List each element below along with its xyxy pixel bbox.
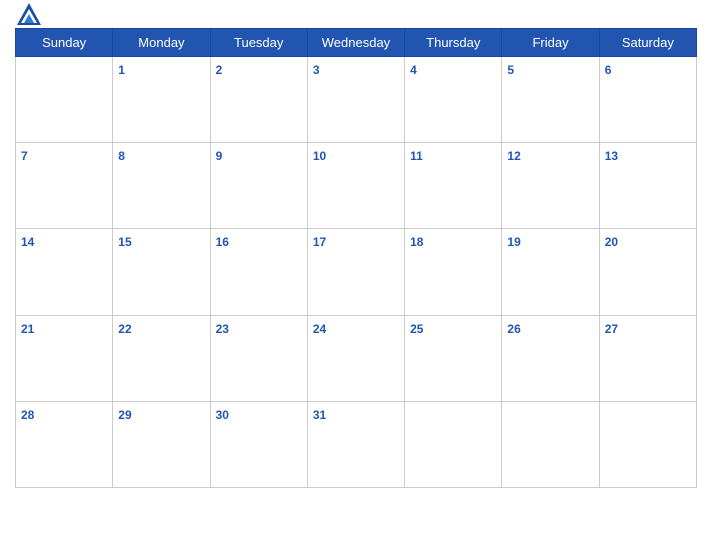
day-number-21: 21 — [21, 322, 34, 336]
day-cell-18: 18 — [405, 229, 502, 315]
day-number-19: 19 — [507, 235, 520, 249]
logo-icon — [15, 1, 43, 29]
day-cell-19: 19 — [502, 229, 599, 315]
day-number-28: 28 — [21, 408, 34, 422]
day-cell-17: 17 — [307, 229, 404, 315]
day-number-25: 25 — [410, 322, 423, 336]
day-cell-5: 5 — [502, 57, 599, 143]
day-number-4: 4 — [410, 63, 417, 77]
day-number-27: 27 — [605, 322, 618, 336]
day-cell-8: 8 — [113, 143, 210, 229]
calendar-header — [15, 10, 697, 20]
day-cell-30: 30 — [210, 401, 307, 487]
day-number-15: 15 — [118, 235, 131, 249]
day-number-1: 1 — [118, 63, 125, 77]
day-cell-4: 4 — [405, 57, 502, 143]
day-cell-13: 13 — [599, 143, 696, 229]
week-row-4: 28 29 30 31 — [16, 401, 697, 487]
day-cell-27: 27 — [599, 315, 696, 401]
day-cell-empty-0-0 — [16, 57, 113, 143]
days-header-row: SundayMondayTuesdayWednesdayThursdayFrid… — [16, 29, 697, 57]
day-cell-1: 1 — [113, 57, 210, 143]
day-number-9: 9 — [216, 149, 223, 163]
day-number-8: 8 — [118, 149, 125, 163]
day-number-20: 20 — [605, 235, 618, 249]
day-number-18: 18 — [410, 235, 423, 249]
week-row-0: 1 2 3 4 5 6 — [16, 57, 697, 143]
week-row-3: 21 22 23 24 25 26 27 — [16, 315, 697, 401]
day-number-2: 2 — [216, 63, 223, 77]
day-cell-24: 24 — [307, 315, 404, 401]
day-number-29: 29 — [118, 408, 131, 422]
week-row-2: 14 15 16 17 18 19 20 — [16, 229, 697, 315]
day-cell-29: 29 — [113, 401, 210, 487]
day-cell-31: 31 — [307, 401, 404, 487]
day-number-16: 16 — [216, 235, 229, 249]
day-cell-16: 16 — [210, 229, 307, 315]
day-header-friday: Friday — [502, 29, 599, 57]
day-cell-14: 14 — [16, 229, 113, 315]
day-cell-15: 15 — [113, 229, 210, 315]
day-header-saturday: Saturday — [599, 29, 696, 57]
day-cell-3: 3 — [307, 57, 404, 143]
day-number-10: 10 — [313, 149, 326, 163]
day-number-14: 14 — [21, 235, 34, 249]
day-cell-12: 12 — [502, 143, 599, 229]
calendar-table: SundayMondayTuesdayWednesdayThursdayFrid… — [15, 28, 697, 488]
day-cell-empty-4-4 — [405, 401, 502, 487]
day-number-5: 5 — [507, 63, 514, 77]
day-number-17: 17 — [313, 235, 326, 249]
day-number-23: 23 — [216, 322, 229, 336]
day-header-monday: Monday — [113, 29, 210, 57]
day-number-22: 22 — [118, 322, 131, 336]
day-cell-28: 28 — [16, 401, 113, 487]
logo-area — [15, 1, 47, 29]
day-number-6: 6 — [605, 63, 612, 77]
day-cell-10: 10 — [307, 143, 404, 229]
day-cell-empty-4-5 — [502, 401, 599, 487]
day-number-30: 30 — [216, 408, 229, 422]
day-cell-empty-4-6 — [599, 401, 696, 487]
calendar-container: SundayMondayTuesdayWednesdayThursdayFrid… — [0, 0, 712, 550]
day-number-11: 11 — [410, 149, 423, 163]
day-cell-26: 26 — [502, 315, 599, 401]
day-cell-20: 20 — [599, 229, 696, 315]
day-cell-21: 21 — [16, 315, 113, 401]
day-header-wednesday: Wednesday — [307, 29, 404, 57]
day-cell-9: 9 — [210, 143, 307, 229]
day-header-thursday: Thursday — [405, 29, 502, 57]
day-cell-23: 23 — [210, 315, 307, 401]
day-number-7: 7 — [21, 149, 28, 163]
week-row-1: 7 8 9 10 11 12 13 — [16, 143, 697, 229]
day-cell-7: 7 — [16, 143, 113, 229]
day-number-3: 3 — [313, 63, 320, 77]
day-number-31: 31 — [313, 408, 326, 422]
day-cell-2: 2 — [210, 57, 307, 143]
day-number-13: 13 — [605, 149, 618, 163]
day-number-24: 24 — [313, 322, 326, 336]
day-cell-6: 6 — [599, 57, 696, 143]
day-cell-22: 22 — [113, 315, 210, 401]
day-number-12: 12 — [507, 149, 520, 163]
day-cell-11: 11 — [405, 143, 502, 229]
day-header-sunday: Sunday — [16, 29, 113, 57]
day-header-tuesday: Tuesday — [210, 29, 307, 57]
day-cell-25: 25 — [405, 315, 502, 401]
day-number-26: 26 — [507, 322, 520, 336]
